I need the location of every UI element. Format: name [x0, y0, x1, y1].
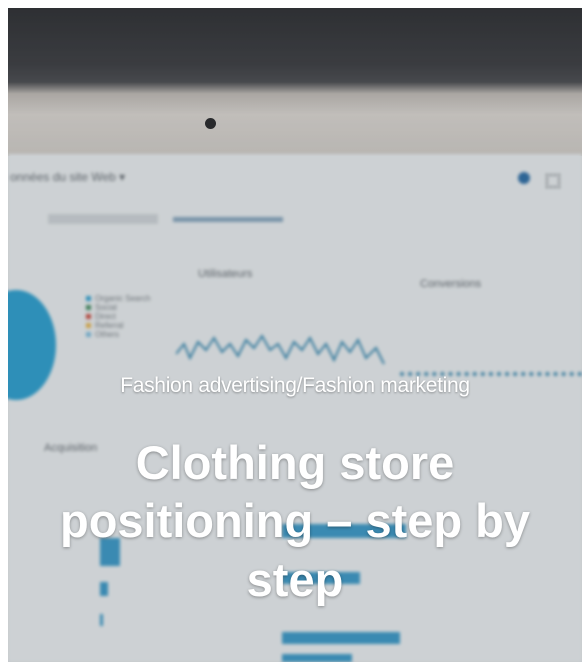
post-title[interactable]: Clothing store positioning – step by ste… — [38, 434, 552, 609]
article-card[interactable]: onnées du site Web ▾ Utilisateurs Conver… — [8, 8, 582, 662]
post-category[interactable]: Fashion advertising/Fashion marketing — [8, 374, 582, 398]
